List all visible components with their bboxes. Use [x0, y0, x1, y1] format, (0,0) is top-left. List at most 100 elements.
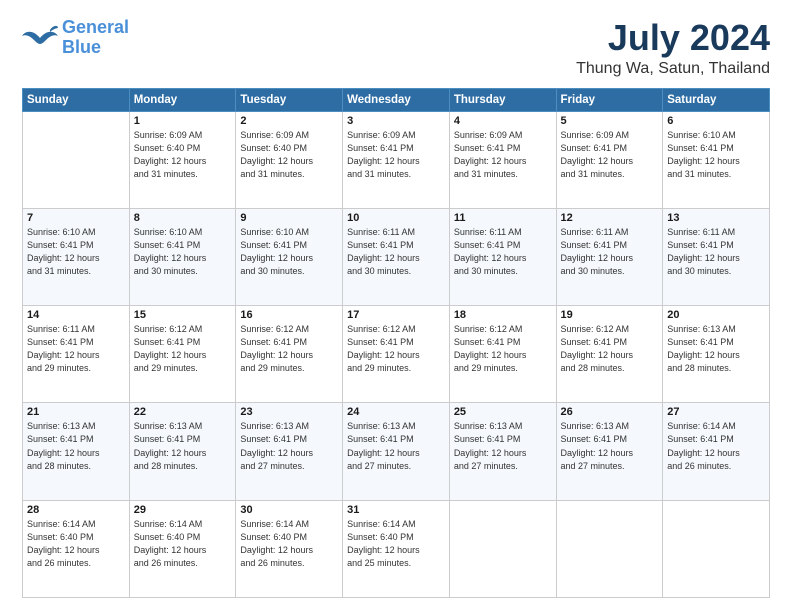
table-row: 14 Sunrise: 6:11 AM Sunset: 6:41 PM Dayli…	[23, 306, 130, 403]
day-info: Sunrise: 6:09 AM Sunset: 6:40 PM Dayligh…	[134, 129, 232, 181]
table-row: 18 Sunrise: 6:12 AM Sunset: 6:41 PM Dayli…	[449, 306, 556, 403]
day-info: Sunrise: 6:10 AM Sunset: 6:41 PM Dayligh…	[27, 226, 125, 278]
day-number: 22	[134, 406, 232, 418]
header-saturday: Saturday	[663, 88, 770, 111]
day-number: 21	[27, 406, 125, 418]
calendar-week-2: 7 Sunrise: 6:10 AM Sunset: 6:41 PM Daylig…	[23, 208, 770, 305]
day-info: Sunrise: 6:14 AM Sunset: 6:40 PM Dayligh…	[347, 518, 445, 570]
day-number: 2	[240, 115, 338, 127]
header-wednesday: Wednesday	[343, 88, 450, 111]
day-info: Sunrise: 6:14 AM Sunset: 6:40 PM Dayligh…	[27, 518, 125, 570]
table-row: 1 Sunrise: 6:09 AM Sunset: 6:40 PM Daylig…	[129, 111, 236, 208]
day-number: 3	[347, 115, 445, 127]
day-info: Sunrise: 6:13 AM Sunset: 6:41 PM Dayligh…	[667, 323, 765, 375]
day-number: 5	[561, 115, 659, 127]
table-row	[663, 500, 770, 597]
table-row: 21 Sunrise: 6:13 AM Sunset: 6:41 PM Dayli…	[23, 403, 130, 500]
day-number: 17	[347, 309, 445, 321]
day-info: Sunrise: 6:13 AM Sunset: 6:41 PM Dayligh…	[454, 420, 552, 472]
header-thursday: Thursday	[449, 88, 556, 111]
day-info: Sunrise: 6:11 AM Sunset: 6:41 PM Dayligh…	[667, 226, 765, 278]
day-number: 9	[240, 212, 338, 224]
day-info: Sunrise: 6:09 AM Sunset: 6:41 PM Dayligh…	[454, 129, 552, 181]
day-info: Sunrise: 6:10 AM Sunset: 6:41 PM Dayligh…	[240, 226, 338, 278]
table-row: 12Sunrise: 6:11 AM Sunset: 6:41 PM Dayli…	[556, 208, 663, 305]
header-monday: Monday	[129, 88, 236, 111]
title-section: July 2024 Thung Wa, Satun, Thailand	[576, 18, 770, 78]
table-row: 26Sunrise: 6:13 AM Sunset: 6:41 PM Dayli…	[556, 403, 663, 500]
table-row: 5 Sunrise: 6:09 AM Sunset: 6:41 PM Daylig…	[556, 111, 663, 208]
day-number: 11	[454, 212, 552, 224]
day-info: Sunrise: 6:13 AM Sunset: 6:41 PM Dayligh…	[240, 420, 338, 472]
subtitle: Thung Wa, Satun, Thailand	[576, 60, 770, 78]
day-number: 8	[134, 212, 232, 224]
table-row: 8Sunrise: 6:10 AM Sunset: 6:41 PM Daylig…	[129, 208, 236, 305]
calendar-table: Sunday Monday Tuesday Wednesday Thursday…	[22, 88, 770, 598]
calendar-week-5: 28 Sunrise: 6:14 AM Sunset: 6:40 PM Dayli…	[23, 500, 770, 597]
day-info: Sunrise: 6:09 AM Sunset: 6:41 PM Dayligh…	[561, 129, 659, 181]
day-info: Sunrise: 6:12 AM Sunset: 6:41 PM Dayligh…	[454, 323, 552, 375]
table-row: 4Sunrise: 6:09 AM Sunset: 6:41 PM Daylig…	[449, 111, 556, 208]
day-number: 24	[347, 406, 445, 418]
table-row: 25 Sunrise: 6:13 AM Sunset: 6:41 PM Dayli…	[449, 403, 556, 500]
header: General Blue July 2024 Thung Wa, Satun, …	[22, 18, 770, 78]
table-row: 7 Sunrise: 6:10 AM Sunset: 6:41 PM Daylig…	[23, 208, 130, 305]
table-row: 9 Sunrise: 6:10 AM Sunset: 6:41 PM Daylig…	[236, 208, 343, 305]
day-number: 28	[27, 504, 125, 516]
header-friday: Friday	[556, 88, 663, 111]
day-info: Sunrise: 6:12 AM Sunset: 6:41 PM Dayligh…	[134, 323, 232, 375]
day-info: Sunrise: 6:10 AM Sunset: 6:41 PM Dayligh…	[667, 129, 765, 181]
day-number: 29	[134, 504, 232, 516]
table-row: 3 Sunrise: 6:09 AM Sunset: 6:41 PM Daylig…	[343, 111, 450, 208]
table-row: 23 Sunrise: 6:13 AM Sunset: 6:41 PM Dayli…	[236, 403, 343, 500]
day-number: 10	[347, 212, 445, 224]
table-row: 13 Sunrise: 6:11 AM Sunset: 6:41 PM Dayli…	[663, 208, 770, 305]
day-number: 7	[27, 212, 125, 224]
table-row: 27Sunrise: 6:14 AM Sunset: 6:41 PM Dayli…	[663, 403, 770, 500]
calendar-header-row: Sunday Monday Tuesday Wednesday Thursday…	[23, 88, 770, 111]
day-info: Sunrise: 6:13 AM Sunset: 6:41 PM Dayligh…	[347, 420, 445, 472]
day-info: Sunrise: 6:14 AM Sunset: 6:40 PM Dayligh…	[134, 518, 232, 570]
day-number: 13	[667, 212, 765, 224]
table-row: 29 Sunrise: 6:14 AM Sunset: 6:40 PM Dayli…	[129, 500, 236, 597]
day-number: 19	[561, 309, 659, 321]
main-title: July 2024	[576, 18, 770, 58]
day-number: 15	[134, 309, 232, 321]
table-row: 10 Sunrise: 6:11 AM Sunset: 6:41 PM Dayli…	[343, 208, 450, 305]
table-row: 16 Sunrise: 6:12 AM Sunset: 6:41 PM Dayli…	[236, 306, 343, 403]
header-tuesday: Tuesday	[236, 88, 343, 111]
table-row	[449, 500, 556, 597]
day-number: 25	[454, 406, 552, 418]
day-number: 6	[667, 115, 765, 127]
day-info: Sunrise: 6:14 AM Sunset: 6:41 PM Dayligh…	[667, 420, 765, 472]
day-info: Sunrise: 6:12 AM Sunset: 6:41 PM Dayligh…	[240, 323, 338, 375]
calendar-week-1: 1 Sunrise: 6:09 AM Sunset: 6:40 PM Daylig…	[23, 111, 770, 208]
table-row: 15 Sunrise: 6:12 AM Sunset: 6:41 PM Dayli…	[129, 306, 236, 403]
day-number: 14	[27, 309, 125, 321]
table-row: 28 Sunrise: 6:14 AM Sunset: 6:40 PM Dayli…	[23, 500, 130, 597]
day-number: 16	[240, 309, 338, 321]
table-row: 17Sunrise: 6:12 AM Sunset: 6:41 PM Dayli…	[343, 306, 450, 403]
logo-icon	[22, 24, 58, 52]
day-number: 18	[454, 309, 552, 321]
day-info: Sunrise: 6:11 AM Sunset: 6:41 PM Dayligh…	[347, 226, 445, 278]
day-info: Sunrise: 6:09 AM Sunset: 6:40 PM Dayligh…	[240, 129, 338, 181]
day-info: Sunrise: 6:09 AM Sunset: 6:41 PM Dayligh…	[347, 129, 445, 181]
logo-text-line1: General	[62, 18, 129, 38]
table-row: 19 Sunrise: 6:12 AM Sunset: 6:41 PM Dayli…	[556, 306, 663, 403]
day-info: Sunrise: 6:11 AM Sunset: 6:41 PM Dayligh…	[561, 226, 659, 278]
table-row	[23, 111, 130, 208]
day-info: Sunrise: 6:14 AM Sunset: 6:40 PM Dayligh…	[240, 518, 338, 570]
day-number: 20	[667, 309, 765, 321]
day-number: 23	[240, 406, 338, 418]
day-info: Sunrise: 6:13 AM Sunset: 6:41 PM Dayligh…	[561, 420, 659, 472]
logo-text-line2: Blue	[62, 38, 129, 58]
day-info: Sunrise: 6:12 AM Sunset: 6:41 PM Dayligh…	[561, 323, 659, 375]
table-row: 2 Sunrise: 6:09 AM Sunset: 6:40 PM Daylig…	[236, 111, 343, 208]
day-info: Sunrise: 6:11 AM Sunset: 6:41 PM Dayligh…	[27, 323, 125, 375]
table-row: 31 Sunrise: 6:14 AM Sunset: 6:40 PM Dayli…	[343, 500, 450, 597]
day-number: 1	[134, 115, 232, 127]
table-row: 24 Sunrise: 6:13 AM Sunset: 6:41 PM Dayli…	[343, 403, 450, 500]
day-info: Sunrise: 6:13 AM Sunset: 6:41 PM Dayligh…	[27, 420, 125, 472]
day-number: 31	[347, 504, 445, 516]
